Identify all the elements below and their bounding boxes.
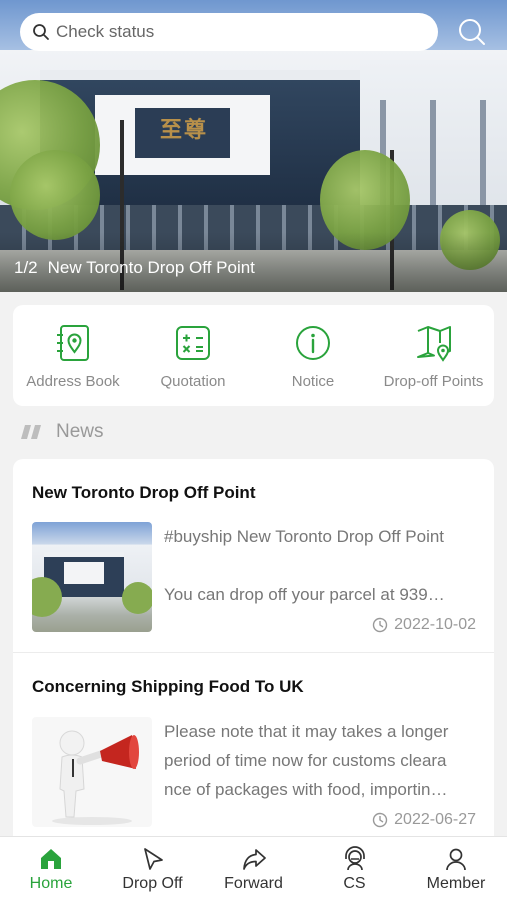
- news-item-excerpt: #buyship New Toronto Drop Off Point You …: [164, 522, 479, 609]
- quick-actions-card: Address Book Quotation Notice Drop-off P…: [13, 305, 494, 406]
- divider: [13, 652, 494, 653]
- tab-label: Home: [29, 875, 73, 892]
- excerpt-line: nce of packages with food, importin…: [164, 780, 448, 799]
- map-pin-icon: [416, 326, 451, 362]
- excerpt-line: You can drop off your parcel at 939…: [164, 585, 445, 604]
- address-book-icon: [57, 325, 89, 361]
- calculator-icon: [176, 326, 210, 360]
- tab-member[interactable]: Member: [405, 837, 507, 900]
- excerpt-line: Please note that it may takes a longer: [164, 722, 449, 741]
- quick-action-label: Drop-off Points: [383, 373, 484, 390]
- thumbnail-window: [64, 562, 104, 584]
- tree: [10, 150, 100, 240]
- news-thumbnail: [32, 522, 152, 632]
- thumbnail-tree: [122, 582, 152, 614]
- news-item-date: 2022-10-02: [372, 616, 476, 634]
- tab-label: Forward: [224, 875, 283, 892]
- search-button-icon[interactable]: [456, 16, 488, 48]
- date-text: 2022-10-02: [394, 616, 476, 633]
- news-item-date: 2022-06-27: [372, 811, 476, 829]
- forward-icon: [242, 849, 266, 870]
- news-title: News: [56, 421, 104, 442]
- info-icon: [296, 326, 330, 360]
- date-text: 2022-06-27: [394, 811, 476, 828]
- tab-label: Member: [426, 875, 486, 892]
- tab-label: Drop Off: [122, 875, 183, 892]
- headset-icon: [344, 846, 365, 871]
- news-item-title: New Toronto Drop Off Point: [32, 483, 256, 502]
- tab-label: CS: [343, 875, 366, 892]
- megaphone-person-image: [52, 730, 139, 825]
- cursor-icon: [143, 848, 163, 870]
- news-thumbnail: [32, 717, 152, 827]
- user-icon: [446, 848, 466, 871]
- search-input[interactable]: [56, 22, 416, 42]
- tab-cs[interactable]: CS: [304, 837, 405, 900]
- drop-off-points-button[interactable]: Drop-off Points: [373, 305, 494, 406]
- clock-icon: [372, 617, 388, 633]
- address-book-button[interactable]: Address Book: [13, 305, 133, 406]
- quick-action-label: Address Book: [26, 373, 120, 390]
- banner-title: New Toronto Drop Off Point: [47, 258, 255, 277]
- excerpt-line: period of time now for customs cleara: [164, 751, 447, 770]
- notice-button[interactable]: Notice: [253, 305, 373, 406]
- quick-action-label: Quotation: [160, 373, 226, 390]
- news-list: New Toronto Drop Off Point #buyship New …: [13, 459, 494, 849]
- news-section-header: News: [20, 421, 104, 443]
- banner-caption: 1/2 New Toronto Drop Off Point: [14, 258, 255, 278]
- news-item-title: Concerning Shipping Food To UK: [32, 677, 304, 696]
- clock-icon: [372, 812, 388, 828]
- quote-icon: [21, 425, 41, 439]
- tab-forward[interactable]: Forward: [203, 837, 304, 900]
- banner-image-sign: 至尊: [160, 117, 209, 143]
- search-bar[interactable]: [20, 13, 438, 51]
- quick-action-label: Notice: [291, 373, 335, 390]
- bottom-tab-bar: Home Drop Off Forward CS Member: [0, 836, 507, 900]
- tab-drop-off[interactable]: Drop Off: [102, 837, 203, 900]
- home-icon: [41, 849, 61, 869]
- quotation-button[interactable]: Quotation: [133, 305, 253, 406]
- search-icon: [33, 24, 49, 40]
- news-item-excerpt: Please note that it may takes a longer p…: [164, 717, 479, 804]
- tab-home[interactable]: Home: [0, 837, 102, 900]
- banner-index: 1/2: [14, 258, 38, 277]
- excerpt-line: #buyship New Toronto Drop Off Point: [164, 527, 445, 546]
